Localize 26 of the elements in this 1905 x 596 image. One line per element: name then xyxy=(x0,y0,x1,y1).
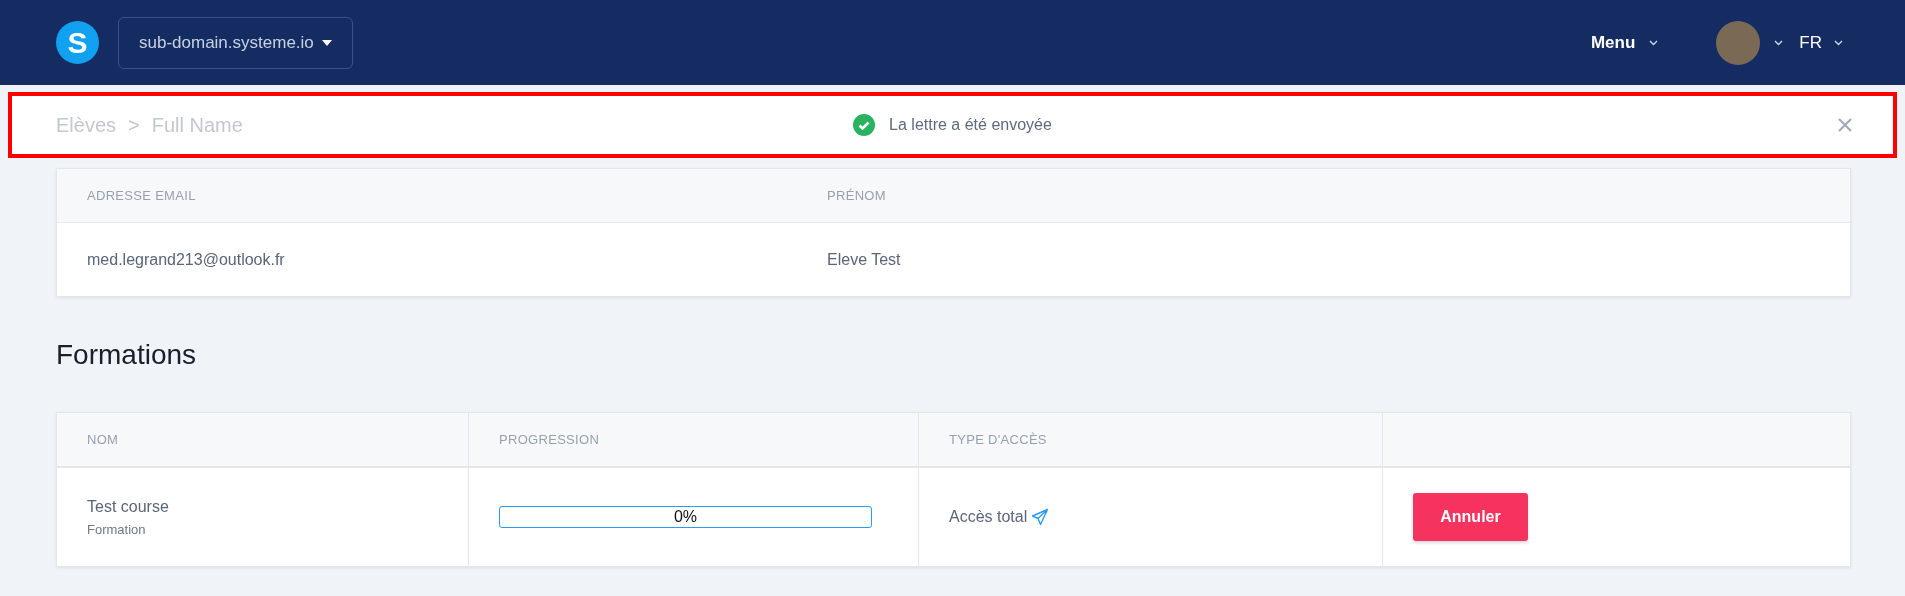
caret-icon xyxy=(321,39,332,46)
course-type: Formation xyxy=(87,521,147,537)
chevron-down-icon[interactable] xyxy=(1774,39,1784,46)
column-header: TYPE D'ACCÈS xyxy=(949,432,1048,447)
column-header: PROGRESSION xyxy=(499,432,601,447)
column-header: PRÉNOM xyxy=(827,188,886,203)
success-check-icon xyxy=(853,114,876,136)
table-cell: med.legrand213@outlook.fr xyxy=(87,250,285,269)
domain-dropdown[interactable]: sub-domain.systeme.io xyxy=(118,16,353,69)
access-type: Accès total xyxy=(949,508,1028,526)
chevron-down-icon xyxy=(1649,39,1659,46)
notification-message: La lettre a été envoyée xyxy=(889,116,1052,134)
logo-icon[interactable]: S xyxy=(56,21,99,64)
progress-text: 0% xyxy=(672,507,699,527)
course-name: Test course xyxy=(87,497,170,516)
column-header: ADRESSE EMAIL xyxy=(87,188,196,203)
section-title: Formations xyxy=(56,337,198,372)
table-cell: Eleve Test xyxy=(827,250,901,269)
paper-plane-icon xyxy=(1031,508,1050,526)
language-dropdown[interactable]: FR xyxy=(1799,32,1843,53)
column-header: NOM xyxy=(87,432,120,447)
breadcrumb-separator: > xyxy=(128,113,140,137)
cancel-button[interactable]: Annuler xyxy=(1413,493,1528,541)
close-icon[interactable] xyxy=(1837,117,1853,133)
chevron-down-icon xyxy=(1834,39,1843,46)
menu-dropdown[interactable]: Menu xyxy=(1584,31,1665,54)
